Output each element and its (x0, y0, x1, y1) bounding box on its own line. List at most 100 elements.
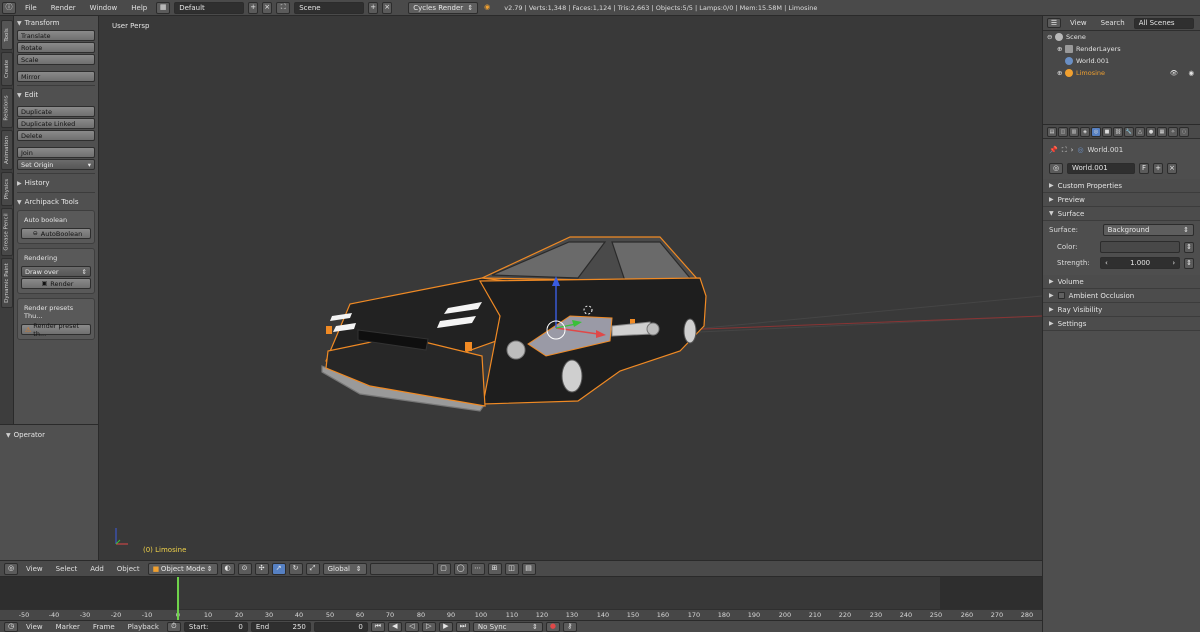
scene-field[interactable]: Scene (294, 1, 365, 14)
remove-scene-icon[interactable]: × (382, 1, 393, 14)
unlink-world-icon[interactable]: × (1167, 162, 1177, 174)
material-tab-icon[interactable]: ● (1146, 126, 1156, 137)
proportional-edit-icon[interactable]: ◯ (453, 562, 468, 575)
scene-icon[interactable]: ⛶ (276, 1, 291, 14)
menu-add[interactable]: Add (85, 565, 109, 573)
menu-window[interactable]: Window (85, 4, 123, 12)
menu-frame[interactable]: Frame (88, 623, 120, 631)
next-keyframe-icon[interactable]: ▶ (438, 621, 453, 632)
scene-tab-icon[interactable]: ◈ (1080, 126, 1090, 137)
keying-set-icon[interactable]: ⚷ (562, 621, 577, 632)
info-editor-type-icon[interactable]: ⓘ (2, 1, 16, 14)
volume-panel[interactable]: ▶ Volume (1043, 275, 1200, 289)
world-browse-icon[interactable]: ◎ (1049, 162, 1063, 174)
menu-view[interactable]: View (21, 565, 48, 573)
transform-panel-header[interactable]: ▼ Transform (17, 17, 95, 29)
outliner-item-world[interactable]: World.001 (1043, 55, 1200, 67)
menu-playback[interactable]: Playback (123, 623, 164, 631)
outliner-editor-type-icon[interactable]: ☰ (1047, 18, 1061, 28)
preview-range-icon[interactable]: ⏱ (166, 621, 181, 632)
translate-button[interactable]: Translate (17, 30, 95, 41)
current-frame-field[interactable]: 0 (313, 621, 368, 632)
scale-manipulator-icon[interactable]: ⤢ (305, 562, 320, 575)
increment-icon[interactable]: › (1172, 259, 1175, 267)
render-engine-select[interactable]: Cycles Render ⇕ (408, 1, 479, 14)
snap-icon[interactable]: ⋯ (470, 562, 485, 575)
start-frame-field[interactable]: Start: 0 (183, 621, 248, 632)
menu-help[interactable]: Help (126, 4, 152, 12)
menu-file[interactable]: File (20, 4, 42, 12)
add-layout-icon[interactable]: + (248, 1, 259, 14)
lock-camera-icon[interactable]: ▢ (436, 562, 451, 575)
operator-panel-header[interactable]: ▼ Operator (6, 429, 92, 441)
3d-viewport[interactable]: User Persp (0) Limosine (100, 16, 1042, 560)
current-frame-cursor[interactable] (177, 577, 179, 621)
add-scene-icon[interactable]: + (368, 1, 379, 14)
tab-physics[interactable]: Physics (1, 172, 13, 206)
translate-manipulator-icon[interactable]: ↗ (271, 562, 286, 575)
tab-dynamic-paint[interactable]: Dynamic Paint (1, 258, 13, 308)
tab-create[interactable]: Create (1, 52, 13, 86)
ray-visibility-panel[interactable]: ▶ Ray Visibility (1043, 303, 1200, 317)
prev-keyframe-icon[interactable]: ◀ (387, 621, 402, 632)
jump-start-icon[interactable]: ⏮ (370, 621, 385, 632)
snap-element-icon[interactable]: ⊞ (487, 562, 502, 575)
world-name-field[interactable]: World.001 (1067, 162, 1135, 174)
physics-tab-icon[interactable]: ◌ (1179, 126, 1189, 137)
editor-type-icon[interactable]: ◎ (4, 562, 18, 575)
preview-panel[interactable]: ▶ Preview (1043, 193, 1200, 207)
interaction-mode-select[interactable]: ■ Object Mode ⇕ (147, 562, 218, 575)
world-tab-icon[interactable]: ◎ (1091, 126, 1101, 137)
history-panel-header[interactable]: ▶ History (17, 177, 95, 189)
particles-tab-icon[interactable]: ✧ (1168, 126, 1178, 137)
jump-end-icon[interactable]: ⏭ (455, 621, 470, 632)
delete-button[interactable]: Delete (17, 130, 95, 141)
new-world-icon[interactable]: + (1153, 162, 1163, 174)
tab-relations[interactable]: Relations (1, 88, 13, 128)
pin-icon[interactable]: 📌 (1049, 146, 1058, 154)
ambient-occlusion-checkbox[interactable] (1057, 292, 1065, 299)
color-swatch[interactable] (1100, 241, 1181, 253)
render-tab-icon[interactable]: ◫ (1058, 126, 1068, 137)
data-tab-icon[interactable]: △ (1135, 126, 1145, 137)
tab-grease-pencil[interactable]: Grease Pencil (1, 208, 13, 256)
set-origin-dropdown[interactable]: Set Origin ▾ (17, 159, 95, 170)
outliner-item-renderlayers[interactable]: ⊕ RenderLayers (1043, 43, 1200, 55)
fake-user-button[interactable]: F (1139, 162, 1149, 174)
opengl-anim-icon[interactable]: ▤ (521, 562, 536, 575)
display-mode-select[interactable]: All Scenes (1133, 17, 1194, 29)
manipulator-toggle-icon[interactable]: ✣ (254, 562, 269, 575)
menu-marker[interactable]: Marker (51, 623, 85, 631)
strength-field[interactable]: ‹ 1.000 › (1100, 257, 1181, 269)
screen-layout-icon[interactable]: ▦ (156, 1, 171, 14)
render-button[interactable]: ▣ Render (21, 278, 91, 289)
menu-render[interactable]: Render (46, 4, 81, 12)
render-camera-icon[interactable]: ◉ (1188, 69, 1194, 77)
constraints-tab-icon[interactable]: ⛓ (1113, 126, 1123, 137)
record-icon[interactable]: ● (545, 621, 560, 632)
sync-mode-select[interactable]: No Sync ⇕ (472, 621, 543, 632)
settings-panel[interactable]: ▶ Settings (1043, 317, 1200, 331)
menu-object[interactable]: Object (112, 565, 145, 573)
timeline-editor-type-icon[interactable]: ◷ (4, 621, 18, 632)
modifiers-tab-icon[interactable]: 🔧 (1124, 126, 1134, 137)
menu-select[interactable]: Select (51, 565, 83, 573)
strength-link-icon[interactable]: ⇕ (1184, 257, 1194, 269)
join-button[interactable]: Join (17, 147, 95, 158)
end-frame-field[interactable]: End 250 (250, 621, 311, 632)
mirror-button[interactable]: Mirror (17, 71, 95, 82)
edit-panel-header[interactable]: ▼ Edit (17, 89, 95, 101)
decrement-icon[interactable]: ‹ (1105, 259, 1108, 267)
color-link-icon[interactable]: ⇕ (1184, 241, 1194, 253)
texture-tab-icon[interactable]: ▦ (1157, 126, 1167, 137)
draw-over-dropdown[interactable]: Draw over ⇕ (21, 266, 91, 277)
menu-outliner-view[interactable]: View (1065, 19, 1092, 27)
tab-tools[interactable]: Tools (1, 20, 13, 50)
autoboolean-button[interactable]: ⊖ AutoBoolean (21, 228, 91, 239)
visibility-eye-icon[interactable]: 👁 (1170, 69, 1178, 77)
remove-layout-icon[interactable]: × (262, 1, 273, 14)
play-reverse-icon[interactable]: ◁ (404, 621, 419, 632)
ambient-occlusion-panel[interactable]: ▶ Ambient Occlusion (1043, 289, 1200, 303)
duplicate-button[interactable]: Duplicate (17, 106, 95, 117)
render-layers-tab-icon[interactable]: ▥ (1069, 126, 1079, 137)
